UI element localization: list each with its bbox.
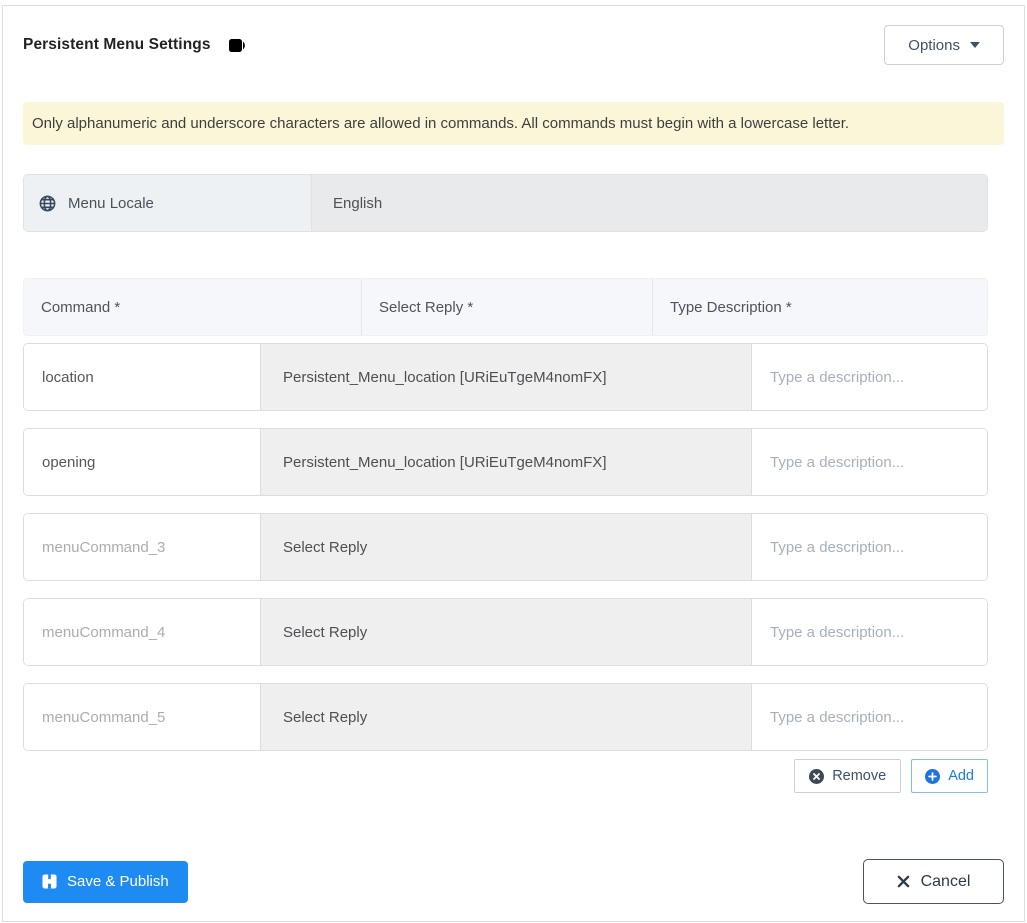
warning-banner-text: Only alphanumeric and underscore charact… xyxy=(32,115,850,132)
command-input[interactable] xyxy=(24,684,261,750)
description-input[interactable] xyxy=(751,514,987,580)
table-row: Select Reply xyxy=(23,513,988,581)
reply-select[interactable]: Select Reply xyxy=(261,599,751,665)
page-title: Persistent Menu Settings xyxy=(23,36,211,53)
description-input[interactable] xyxy=(751,344,987,410)
table-row: Persistent_Menu_location [URiEuTgeM4nomF… xyxy=(23,428,988,496)
floppy-disk-icon xyxy=(42,874,57,889)
reply-select[interactable]: Select Reply xyxy=(261,514,751,580)
table-row: Select Reply xyxy=(23,598,988,666)
column-header-select-reply: Select Reply * xyxy=(361,279,652,335)
menu-locale-label: Menu Locale xyxy=(68,194,154,212)
options-button[interactable]: Options xyxy=(884,25,1004,65)
options-button-label: Options xyxy=(908,36,960,54)
menu-locale-label-cell: Menu Locale xyxy=(24,175,312,231)
caret-down-icon xyxy=(970,42,980,48)
table-header: Command * Select Reply * Type Descriptio… xyxy=(23,278,988,336)
command-input[interactable] xyxy=(24,599,261,665)
panel-footer: Save & Publish Cancel xyxy=(23,859,1004,904)
plus-circle-icon xyxy=(925,768,941,784)
reply-select-value: Persistent_Menu_location [URiEuTgeM4nomF… xyxy=(283,453,607,471)
cancel-button[interactable]: Cancel xyxy=(863,859,1004,904)
command-input[interactable] xyxy=(24,514,261,580)
reply-select-value: Select Reply xyxy=(283,623,368,641)
column-header-type-description: Type Description * xyxy=(652,279,987,335)
menu-locale-row: Menu Locale English xyxy=(23,174,988,232)
save-publish-button-label: Save & Publish xyxy=(67,873,169,890)
reply-select-value: Select Reply xyxy=(283,538,368,556)
save-publish-button[interactable]: Save & Publish xyxy=(23,860,188,903)
globe-icon xyxy=(39,195,56,212)
command-input[interactable] xyxy=(24,429,261,495)
remove-button-label: Remove xyxy=(832,768,887,784)
cancel-button-label: Cancel xyxy=(920,872,971,890)
reply-select[interactable]: Persistent_Menu_location [URiEuTgeM4nomF… xyxy=(261,344,751,410)
table-row: Select Reply xyxy=(23,683,988,751)
panel-header: Persistent Menu Settings Options xyxy=(23,24,1004,66)
add-button[interactable]: Add xyxy=(911,759,988,793)
command-input[interactable] xyxy=(24,344,261,410)
description-input[interactable] xyxy=(751,684,987,750)
reply-select[interactable]: Select Reply xyxy=(261,684,751,750)
reply-select-value: Persistent_Menu_location [URiEuTgeM4nomF… xyxy=(283,368,607,386)
add-button-label: Add xyxy=(948,768,974,784)
persistent-menu-settings-panel: Persistent Menu Settings Options Only al… xyxy=(2,5,1025,922)
description-input[interactable] xyxy=(751,429,987,495)
title-wrap: Persistent Menu Settings xyxy=(23,36,249,54)
remove-button[interactable]: Remove xyxy=(794,759,902,793)
row-actions: Remove Add xyxy=(23,759,988,793)
reply-select[interactable]: Persistent_Menu_location [URiEuTgeM4nomF… xyxy=(261,429,751,495)
menu-locale-value[interactable]: English xyxy=(312,175,987,231)
column-header-command: Command * xyxy=(41,298,121,316)
table-row: Persistent_Menu_location [URiEuTgeM4nomF… xyxy=(23,343,988,411)
description-input[interactable] xyxy=(751,599,987,665)
x-icon xyxy=(897,875,910,888)
video-camera-icon xyxy=(228,38,249,53)
reply-select-value: Select Reply xyxy=(283,708,368,726)
warning-banner: Only alphanumeric and underscore charact… xyxy=(23,102,1004,145)
x-circle-icon xyxy=(809,768,825,784)
